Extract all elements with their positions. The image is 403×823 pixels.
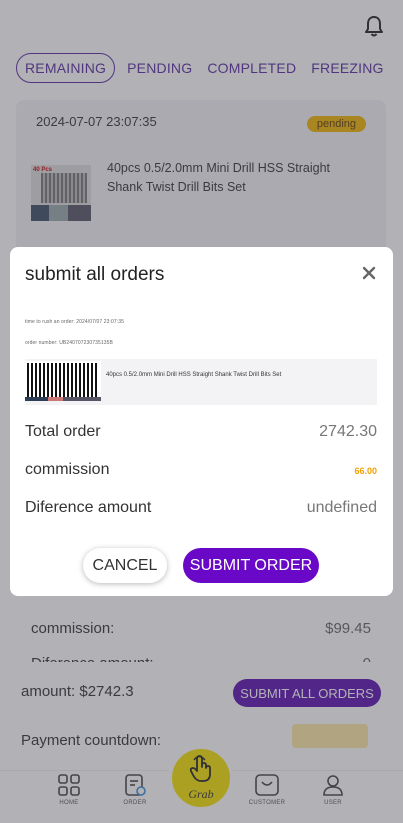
total-order-row: Total order 2742.30 xyxy=(25,421,377,445)
submit-all-orders-dialog: submit all orders time to rush an order:… xyxy=(10,247,393,596)
submit-order-button[interactable]: SUBMIT ORDER xyxy=(183,548,319,583)
close-icon[interactable] xyxy=(360,264,378,282)
dialog-product-row: 40pcs 0.5/2.0mm Mini Drill HSS Straight … xyxy=(25,359,377,405)
total-order-value: 2742.30 xyxy=(319,423,377,440)
difference-row: Diference amount undefined xyxy=(25,497,377,521)
dialog-difference-value: undefined xyxy=(306,499,377,516)
order-number: order number: UB240707230735135B xyxy=(25,340,113,346)
product-photo-strip xyxy=(25,397,101,401)
drill-bits-graphic xyxy=(27,363,99,397)
dialog-commission-label: commission xyxy=(25,461,110,478)
total-order-label: Total order xyxy=(25,423,101,440)
cancel-button[interactable]: CANCEL xyxy=(83,548,167,583)
dialog-difference-label: Diference amount xyxy=(25,499,152,516)
dialog-product-image xyxy=(25,361,101,401)
commission-row: commission 66.00 xyxy=(25,459,377,483)
rush-time: time to rush an order: 2024/07/07 23:07:… xyxy=(25,319,124,325)
dialog-product-name: 40pcs 0.5/2.0mm Mini Drill HSS Straight … xyxy=(106,372,282,378)
dialog-commission-value: 66.00 xyxy=(354,466,377,476)
dialog-title: submit all orders xyxy=(25,264,165,285)
